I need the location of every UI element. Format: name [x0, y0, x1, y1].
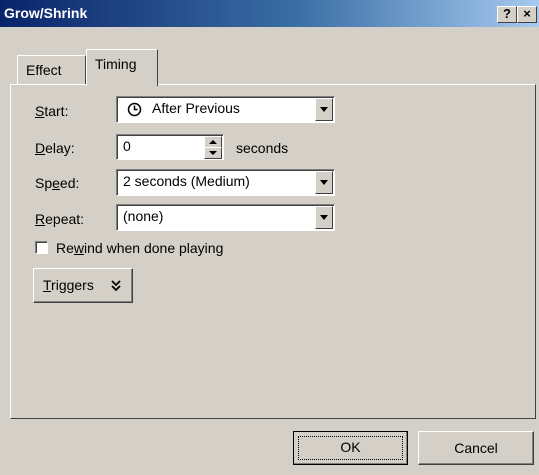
start-value: After Previous: [152, 100, 240, 116]
speed-label: Speed:: [35, 175, 80, 191]
triggers-button[interactable]: Triggers: [33, 268, 133, 303]
delay-spinner[interactable]: 0: [116, 134, 224, 160]
title-bar[interactable]: Grow/Shrink ? ×: [0, 0, 539, 27]
cancel-label: Cancel: [454, 440, 498, 456]
speed-dropdown[interactable]: 2 seconds (Medium): [116, 169, 335, 196]
ok-button[interactable]: OK: [293, 431, 408, 465]
repeat-label: Repeat:: [35, 211, 85, 227]
start-label: Start:: [35, 103, 69, 119]
dialog-title: Grow/Shrink: [4, 5, 88, 21]
tab-effect-label: Effect: [26, 62, 62, 78]
tab-timing-label: Timing: [95, 56, 137, 72]
focus-rect: [298, 436, 403, 460]
speed-dropdown-arrow[interactable]: [315, 171, 333, 194]
rewind-checkbox[interactable]: [35, 241, 48, 254]
cancel-button[interactable]: Cancel: [418, 431, 534, 465]
close-button[interactable]: ×: [517, 6, 537, 23]
delay-unit: seconds: [236, 140, 289, 156]
speed-value: 2 seconds (Medium): [123, 173, 250, 189]
repeat-value: (none): [123, 208, 164, 224]
help-button[interactable]: ?: [497, 6, 517, 23]
tab-effect[interactable]: Effect: [17, 55, 86, 84]
rewind-label[interactable]: Rewind when done playing: [56, 240, 223, 256]
start-dropdown-arrow[interactable]: [315, 98, 333, 121]
grow-shrink-dialog: Grow/Shrink ? × Effect Timing Start: Aft…: [0, 0, 539, 475]
repeat-dropdown[interactable]: (none): [116, 204, 335, 231]
delay-value: 0: [123, 138, 131, 154]
delay-down-button[interactable]: [204, 147, 222, 159]
repeat-dropdown-arrow[interactable]: [315, 206, 333, 229]
start-dropdown[interactable]: After Previous: [116, 96, 335, 123]
clock-icon: [127, 102, 142, 117]
double-chevron-down-icon: [111, 280, 121, 291]
delay-label: Delay:: [35, 140, 75, 156]
tab-timing[interactable]: Timing: [86, 49, 158, 86]
